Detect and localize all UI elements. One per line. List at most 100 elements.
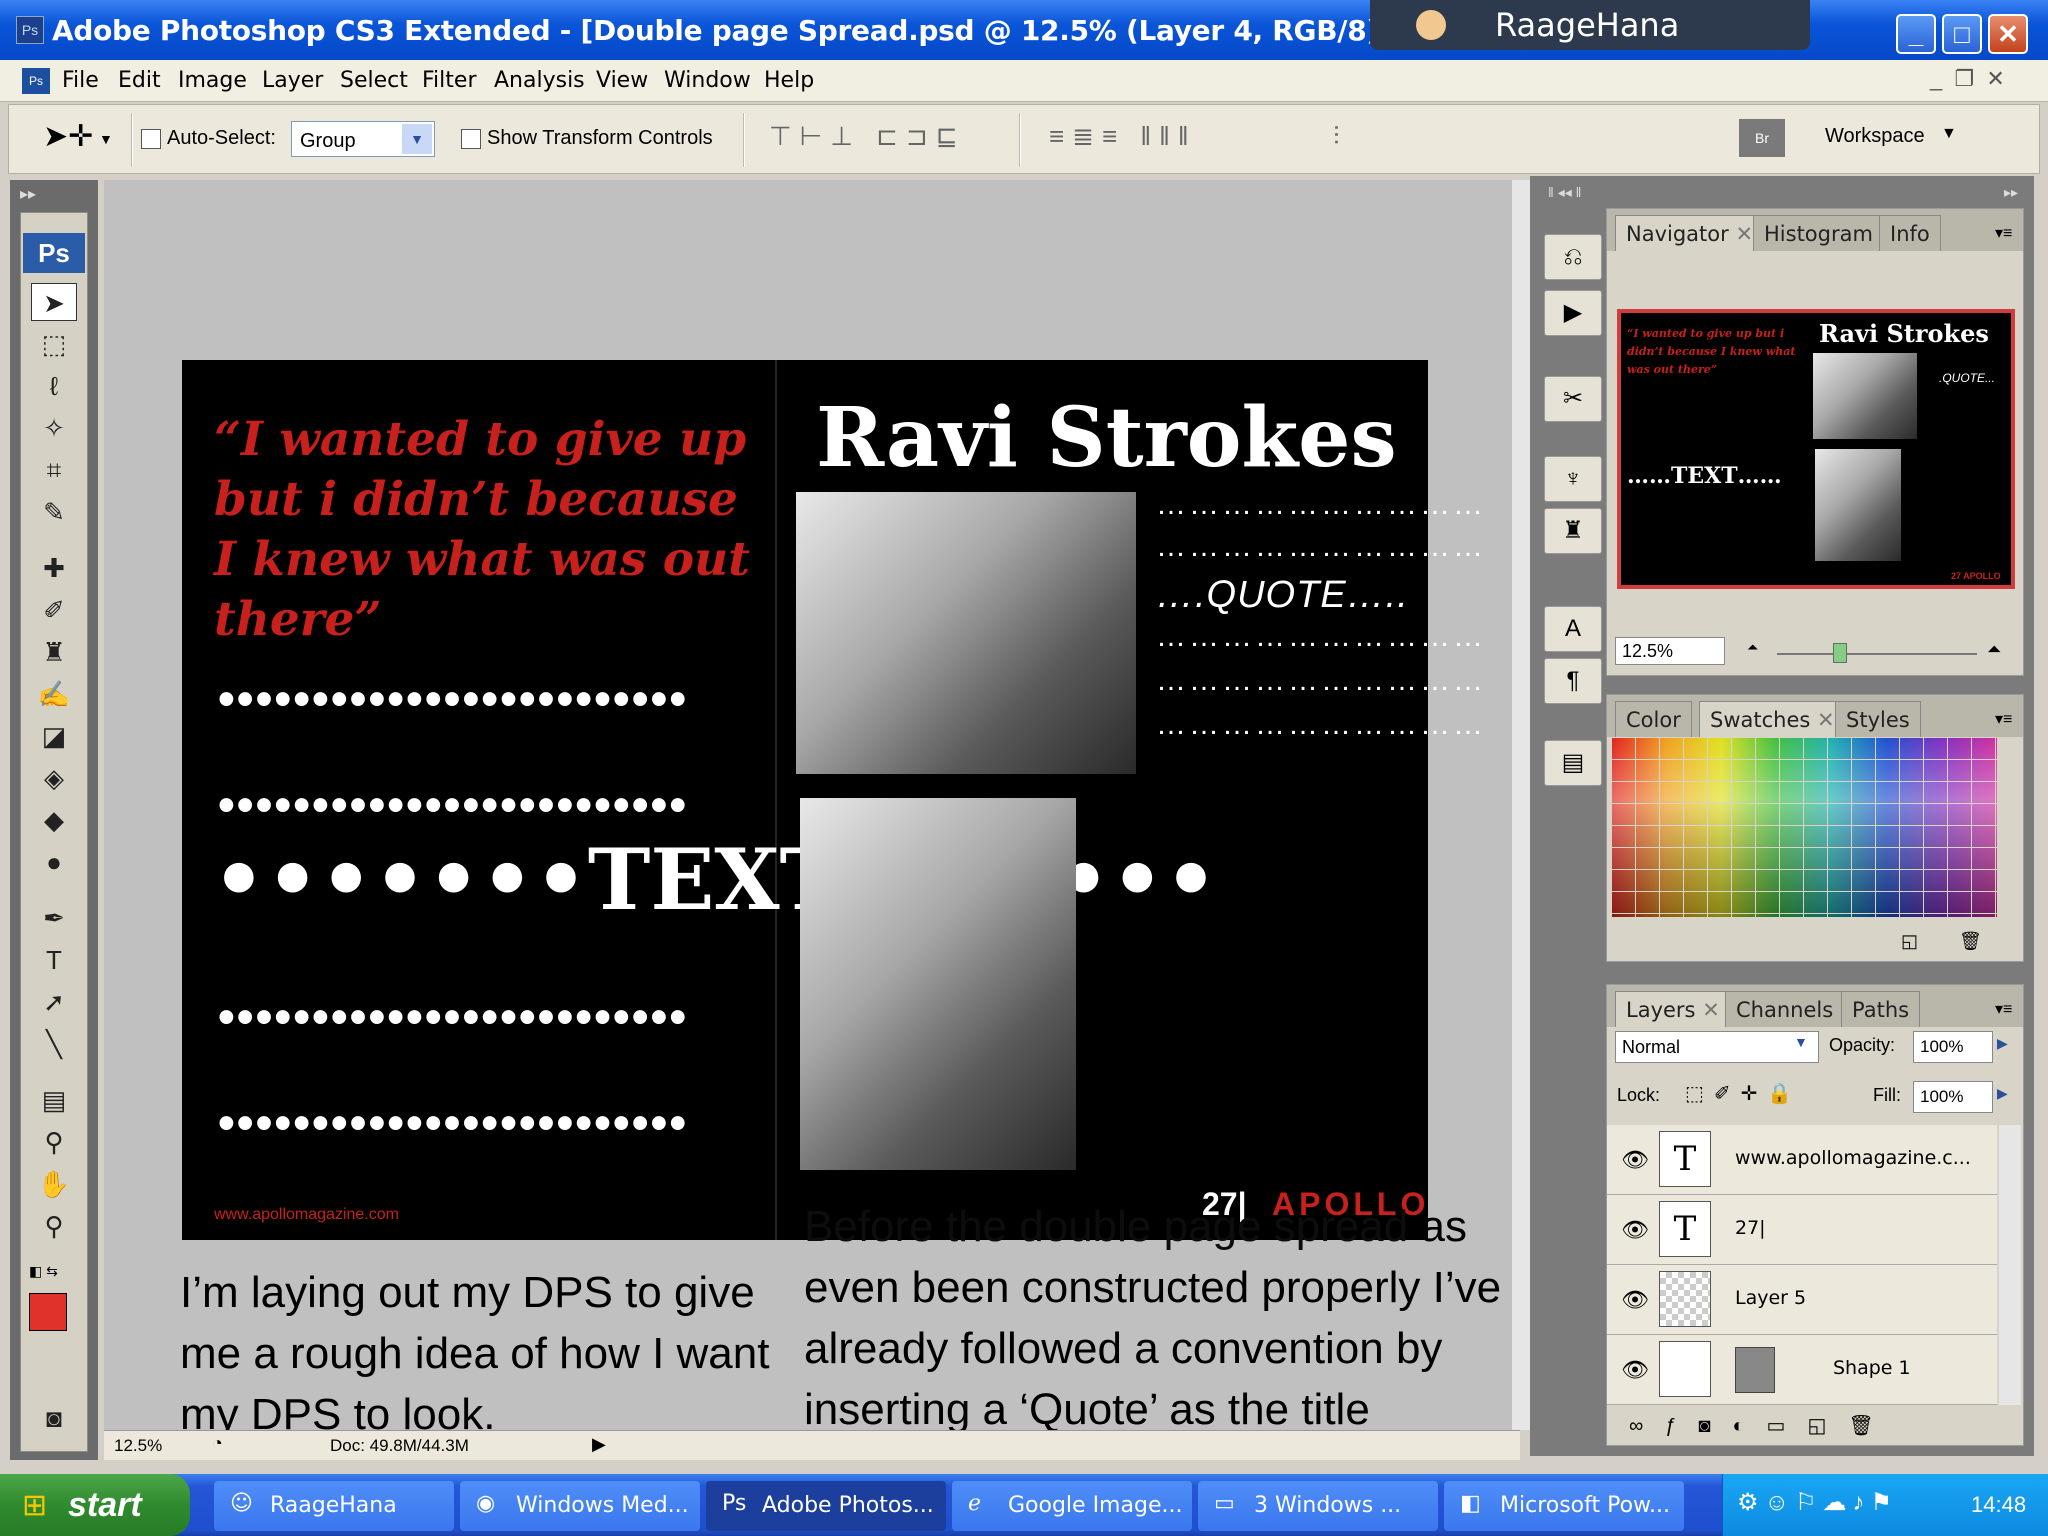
character-panel-icon[interactable]: A <box>1544 606 1602 652</box>
crop-tool-icon[interactable]: ⌗ <box>31 451 77 489</box>
lock-options-icon[interactable]: ⬚✐✛🔒 <box>1685 1081 1802 1106</box>
workspace-label[interactable]: Workspace <box>1825 125 1925 148</box>
zoom-slider-handle[interactable] <box>1833 643 1847 663</box>
brushes-panel-icon[interactable]: ♆ <box>1544 456 1602 502</box>
slice-tool-icon[interactable]: ✎ <box>31 493 77 531</box>
delete-swatch-icon[interactable]: 🗑 <box>1959 931 1982 952</box>
doc-window-controls[interactable]: _ ❐ ✕ <box>1930 66 2005 92</box>
taskbar-item-windows-media[interactable]: Windows Med... ◉ <box>460 1481 700 1531</box>
taskbar-item-windows-group[interactable]: 3 Windows ... ▭ <box>1198 1481 1438 1531</box>
auto-align-icon[interactable]: ⫶ <box>1333 121 1340 153</box>
distribute-buttons-icon[interactable]: ≡≣≡ ‖‖‖ <box>1049 121 1197 152</box>
marquee-tool-icon[interactable]: ⬚ <box>31 325 77 363</box>
menu-select[interactable]: Select <box>340 68 408 93</box>
blend-mode-dropdown[interactable]: Normal ▼ <box>1615 1031 1819 1063</box>
paint-bucket-icon[interactable]: ◈ <box>31 759 77 797</box>
default-colors-icon[interactable]: ◧ ⇆ <box>29 1263 58 1280</box>
tab-navigator[interactable]: Navigator ✕ <box>1615 215 1765 251</box>
layer-row[interactable]: 👁 T 27| <box>1607 1195 1997 1265</box>
move-tool-icon[interactable]: ➤ <box>31 283 77 321</box>
healing-brush-icon[interactable]: ✚ <box>31 549 77 587</box>
pen-tool-icon[interactable]: ✒ <box>31 899 77 937</box>
eye-icon[interactable]: 👁 <box>1621 1287 1649 1313</box>
eraser-tool-icon[interactable]: ◪ <box>31 717 77 755</box>
menu-help[interactable]: Help <box>764 68 814 93</box>
taskbar-item-powerpoint[interactable]: Microsoft Pow... ◧ <box>1444 1481 1684 1531</box>
panel-menu-icon[interactable]: ▾≡ <box>1995 999 2012 1019</box>
quick-mask-icon[interactable]: ◙ <box>31 1399 77 1437</box>
navigator-thumbnail[interactable]: “I wanted to give up but i didn’t becaus… <box>1617 309 2015 589</box>
tool-preset-dropdown-icon[interactable]: ▼ <box>99 131 113 147</box>
zoom-level[interactable]: 12.5% <box>114 1436 162 1456</box>
move-tool-icon[interactable]: ➤✛ <box>43 119 93 154</box>
new-swatch-icon[interactable]: ◱ <box>1901 931 1918 952</box>
panel-menu-icon[interactable]: ▾≡ <box>1995 709 2012 729</box>
clone-source-icon[interactable]: ♜ <box>1544 508 1602 554</box>
eyedropper-icon[interactable]: ⚲ <box>31 1123 77 1161</box>
layer-actions-icons[interactable]: ∞ƒ◙◐▭◱🗑 <box>1629 1413 1896 1438</box>
history-brush-icon[interactable]: ✍ <box>31 675 77 713</box>
type-tool-icon[interactable]: T <box>31 941 77 979</box>
user-account-panel[interactable]: RaageHana <box>1370 0 1810 50</box>
fill-arrow-icon[interactable]: ▶ <box>1997 1085 2008 1102</box>
tab-styles[interactable]: Styles <box>1835 701 1921 737</box>
menu-layer[interactable]: Layer <box>262 68 323 93</box>
tab-layers[interactable]: Layers ✕ <box>1615 991 1731 1027</box>
tray-icons[interactable]: ⚙☺⚐☁♪⚑ <box>1737 1488 1898 1517</box>
path-selection-icon[interactable]: ➚ <box>31 983 77 1021</box>
tab-info[interactable]: Info <box>1879 215 1941 251</box>
align-buttons-icon[interactable]: ⊤⊢⊥ ⊏⊐⊑ <box>769 121 966 152</box>
swatch-grid[interactable] <box>1611 737 1997 917</box>
layer-row[interactable]: 👁 Shape 1 <box>1607 1335 1997 1405</box>
clone-stamp-icon[interactable]: ♜ <box>31 633 77 671</box>
status-info-icon[interactable]: ◔ <box>212 1433 223 1454</box>
eye-icon[interactable]: 👁 <box>1621 1147 1649 1173</box>
zoom-slider-track[interactable] <box>1777 653 1977 655</box>
panel-menu-icon[interactable]: ▾≡ <box>1995 223 2012 243</box>
zoom-in-icon[interactable]: ⏶ <box>1987 639 2001 660</box>
brush-tool-icon[interactable]: ✐ <box>31 591 77 629</box>
expand-dock-icon[interactable]: ▸▸ <box>20 184 36 204</box>
hand-tool-icon[interactable]: ✋ <box>31 1165 77 1203</box>
foreground-color-swatch[interactable] <box>29 1293 67 1331</box>
tab-paths[interactable]: Paths <box>1841 991 1921 1027</box>
close-button[interactable]: ✕ <box>1988 14 2028 54</box>
menu-image[interactable]: Image <box>178 68 247 93</box>
eye-icon[interactable]: 👁 <box>1621 1357 1649 1383</box>
menu-view[interactable]: View <box>596 68 648 93</box>
tab-histogram[interactable]: Histogram <box>1753 215 1884 251</box>
notes-tool-icon[interactable]: ▤ <box>31 1081 77 1119</box>
line-tool-icon[interactable]: ╲ <box>31 1025 77 1063</box>
lasso-tool-icon[interactable]: ℓ <box>31 367 77 405</box>
tab-swatches[interactable]: Swatches ✕ <box>1699 701 1846 737</box>
tool-presets-icon[interactable]: ✂ <box>1544 376 1602 422</box>
layer-row[interactable]: 👁 Layer 5 <box>1607 1265 1997 1335</box>
magic-wand-icon[interactable]: ✧ <box>31 409 77 447</box>
minimize-button[interactable]: _ <box>1896 14 1936 54</box>
collapse-dock-icon[interactable]: ‖ ◂◂ ‖ <box>1548 184 1581 201</box>
eye-icon[interactable]: 👁 <box>1621 1217 1649 1243</box>
layer-row[interactable]: 👁 T www.apollomagazine.c... <box>1607 1125 1997 1195</box>
menu-edit[interactable]: Edit <box>118 68 161 93</box>
bridge-icon[interactable]: Br <box>1739 119 1785 157</box>
menu-file[interactable]: File <box>62 68 99 93</box>
dodge-tool-icon[interactable]: ● <box>31 843 77 881</box>
opacity-arrow-icon[interactable]: ▶ <box>1997 1035 2008 1052</box>
maximize-button[interactable]: □ <box>1942 14 1982 54</box>
menu-analysis[interactable]: Analysis <box>494 68 585 93</box>
taskbar-item-photoshop[interactable]: Adobe Photos... Ps <box>706 1481 946 1531</box>
zoom-out-icon[interactable]: ⏶ <box>1747 639 1758 656</box>
menu-window[interactable]: Window <box>664 68 751 93</box>
zoom-tool-icon[interactable]: ⚲ <box>31 1207 77 1245</box>
history-panel-icon[interactable]: ⎌ <box>1544 234 1602 280</box>
taskbar-item-raagehana[interactable]: RaageHana ☺ <box>214 1481 454 1531</box>
navigator-zoom-field[interactable]: 12.5% <box>1615 637 1725 665</box>
auto-select-dropdown[interactable]: Group ▼ <box>291 121 435 157</box>
tab-color[interactable]: Color <box>1615 701 1692 737</box>
blur-tool-icon[interactable]: ◆ <box>31 801 77 839</box>
taskbar-item-google-images[interactable]: Google Image... ℯ <box>952 1481 1192 1531</box>
show-transform-checkbox[interactable] <box>461 129 481 149</box>
actions-panel-icon[interactable]: ▶ <box>1544 290 1602 336</box>
auto-select-checkbox[interactable] <box>141 129 161 149</box>
layer-comps-icon[interactable]: ▤ <box>1544 740 1602 786</box>
